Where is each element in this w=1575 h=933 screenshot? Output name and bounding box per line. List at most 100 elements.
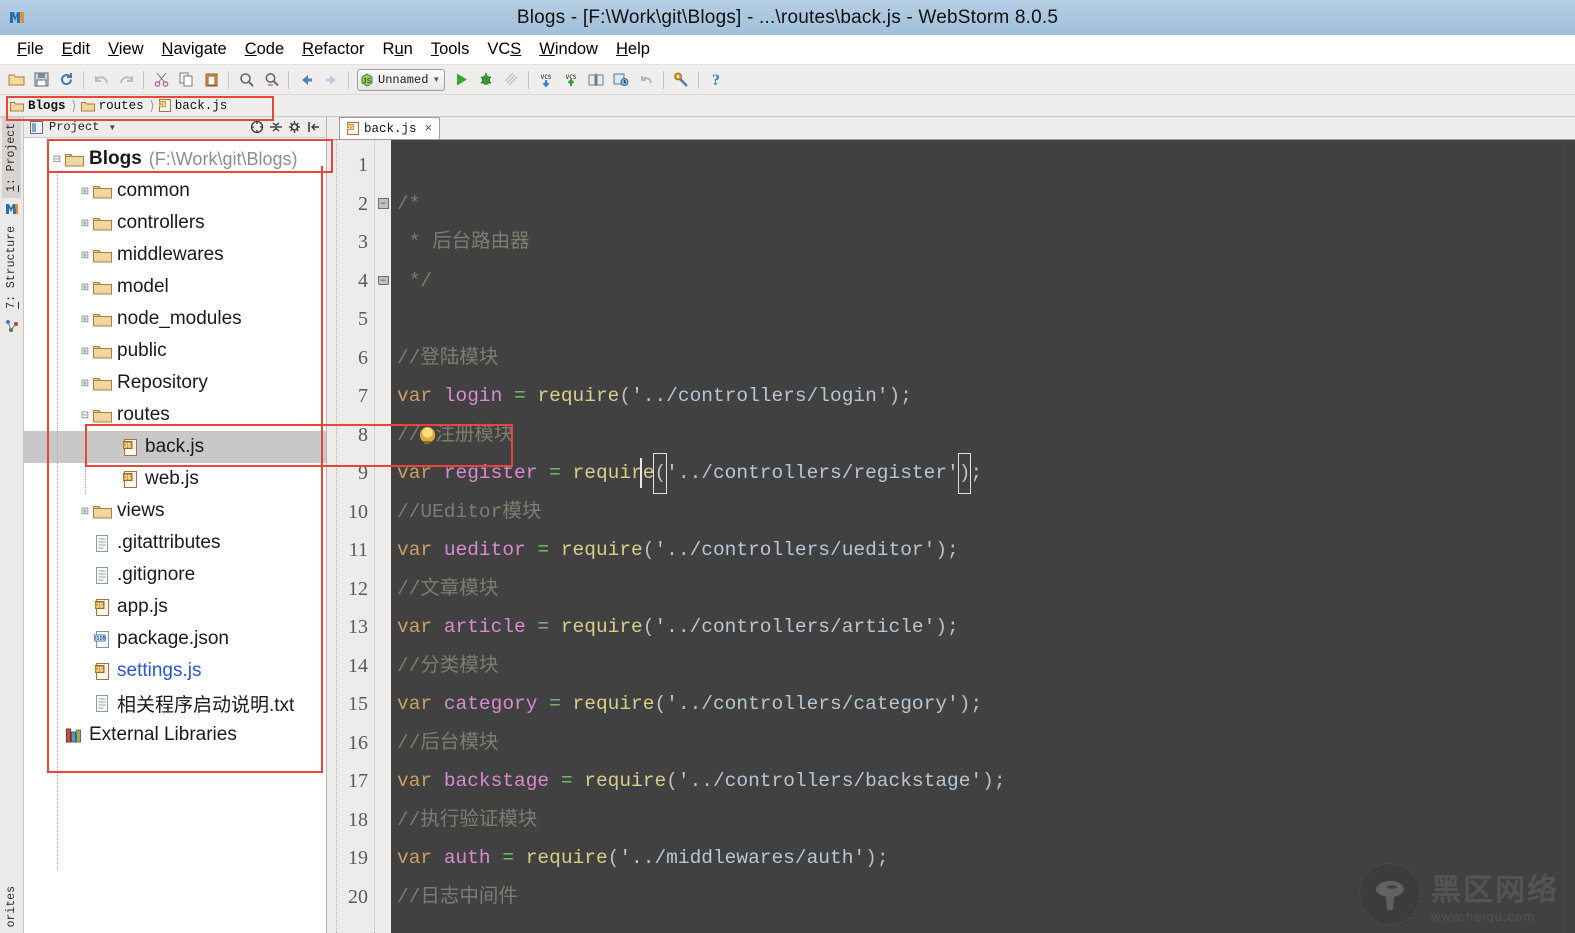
coverage-icon[interactable] xyxy=(499,68,523,92)
menu-navigate[interactable]: Navigate xyxy=(153,38,236,61)
expand-twisty-icon[interactable]: ⊞ xyxy=(78,344,92,358)
tree-node-.gitattributes[interactable]: .gitattributes xyxy=(24,527,326,559)
find-icon[interactable] xyxy=(234,68,258,92)
vcs-update-icon[interactable]: VCS xyxy=(534,68,558,92)
copy-icon[interactable] xyxy=(174,68,198,92)
hide-panel-icon[interactable] xyxy=(306,119,322,135)
vcs-compare-icon[interactable] xyxy=(584,68,608,92)
collapse-twisty-icon[interactable]: ⊟ xyxy=(78,408,92,422)
close-icon[interactable]: × xyxy=(425,121,433,136)
expand-twisty-icon[interactable]: ⊞ xyxy=(78,376,92,390)
code-content[interactable]: /* * 后台路由器 *///登陆模块 var login = require('… xyxy=(391,140,1563,933)
tree-node-routes[interactable]: ⊟ routes xyxy=(24,399,326,431)
tree-node-middlewares[interactable]: ⊞ middlewares xyxy=(24,239,326,271)
tool-tab-structure[interactable]: 7: Structure xyxy=(2,220,21,315)
scroll-from-source-icon[interactable] xyxy=(249,119,265,135)
code-line[interactable]: //分类模块 xyxy=(391,647,1563,686)
tree-node-public[interactable]: ⊞ public xyxy=(24,335,326,367)
code-line[interactable]: var category = require('../controllers/c… xyxy=(391,685,1563,724)
code-editor[interactable]: 1 2 3 4 5 6 7 8 9 10 11 12 13 14 15 16 17 18 19 20 − − /* * … xyxy=(327,140,1575,933)
intention-bulb-icon[interactable] xyxy=(420,426,436,444)
code-line[interactable] xyxy=(391,300,1563,339)
menu-vcs[interactable]: VCS xyxy=(478,38,530,61)
vcs-commit-icon[interactable]: VCS xyxy=(559,68,583,92)
settings-gear-icon[interactable] xyxy=(287,119,303,135)
menu-file[interactable]: File xyxy=(8,38,53,61)
menu-window[interactable]: Window xyxy=(530,38,607,61)
help-icon[interactable]: ? xyxy=(704,68,728,92)
code-line[interactable]: //文章模块 xyxy=(391,570,1563,609)
code-line[interactable]: */ xyxy=(391,262,1563,301)
code-line[interactable]: var register = require('../controllers/r… xyxy=(391,453,1563,494)
chevron-down-icon[interactable]: ▼ xyxy=(432,75,440,84)
code-line[interactable]: //登陆模块 xyxy=(391,339,1563,378)
tree-node-back.js[interactable]: JS back.js xyxy=(24,431,326,463)
tool-tab-favorites[interactable]: orites xyxy=(2,880,21,933)
chevron-down-icon[interactable]: ▼ xyxy=(108,123,116,132)
menu-run[interactable]: Run xyxy=(374,38,422,61)
code-line[interactable]: //后台模块 xyxy=(391,724,1563,763)
tool-tab-project[interactable]: 1: Project xyxy=(2,117,21,199)
editor-marker-strip[interactable] xyxy=(1563,140,1575,933)
expand-twisty-icon[interactable]: ⊞ xyxy=(78,504,92,518)
tree-node-controllers[interactable]: ⊞ controllers xyxy=(24,207,326,239)
code-line[interactable]: //执行验证模块 xyxy=(391,801,1563,840)
tree-node-settings.js[interactable]: JS settings.js xyxy=(24,655,326,687)
tree-node-package.json[interactable]: JSON package.json xyxy=(24,623,326,655)
tree-node-.gitignore[interactable]: .gitignore xyxy=(24,559,326,591)
back-icon[interactable] xyxy=(294,68,318,92)
expand-twisty-icon[interactable]: ⊞ xyxy=(78,312,92,326)
code-line[interactable]: var auth = require('../middlewares/auth'… xyxy=(391,839,1563,878)
collapse-twisty-icon[interactable]: ⊟ xyxy=(50,152,64,166)
run-icon[interactable] xyxy=(449,68,473,92)
collapse-all-icon[interactable] xyxy=(268,119,284,135)
expand-twisty-icon[interactable]: ⊞ xyxy=(78,248,92,262)
code-line[interactable] xyxy=(391,146,1563,185)
code-line[interactable]: // 注册模块 xyxy=(391,416,1563,455)
code-line[interactable]: var backstage = require('../controllers/… xyxy=(391,762,1563,801)
vcs-rollback-icon[interactable] xyxy=(634,68,658,92)
menu-refactor[interactable]: Refactor xyxy=(293,38,373,61)
tree-node-repository[interactable]: ⊞ Repository xyxy=(24,367,326,399)
tree-node-blogs[interactable]: ⊟ Blogs (F:\Work\git\Blogs) xyxy=(24,143,326,175)
debug-icon[interactable] xyxy=(474,68,498,92)
run-configuration-selector[interactable]: JS Unnamed ▼ xyxy=(357,68,446,91)
undo-icon[interactable] xyxy=(89,68,113,92)
tree-node-nodemodules[interactable]: ⊞ node_modules xyxy=(24,303,326,335)
sync-refresh-icon[interactable] xyxy=(54,68,78,92)
tree-node-.txt[interactable]: 相关程序启动说明.txt xyxy=(24,687,326,719)
code-line[interactable]: //UEditor模块 xyxy=(391,493,1563,532)
tree-node-externallibraries[interactable]: External Libraries xyxy=(24,719,326,751)
cut-icon[interactable] xyxy=(149,68,173,92)
fold-collapse-icon[interactable]: − xyxy=(377,198,389,210)
expand-twisty-icon[interactable]: ⊞ xyxy=(78,280,92,294)
menu-edit[interactable]: Edit xyxy=(53,38,99,61)
code-line[interactable]: var article = require('../controllers/ar… xyxy=(391,608,1563,647)
fold-marker[interactable]: − xyxy=(377,185,389,224)
redo-icon[interactable] xyxy=(114,68,138,92)
menu-code[interactable]: Code xyxy=(236,38,293,61)
settings-wrench-icon[interactable] xyxy=(669,68,693,92)
project-file-tree[interactable]: ⊟ Blogs (F:\Work\git\Blogs) ⊞ common ⊞ control… xyxy=(24,138,326,933)
breadcrumb-item-backjs[interactable]: JS back.js xyxy=(157,96,234,116)
save-all-icon[interactable] xyxy=(29,68,53,92)
code-line[interactable]: var login = require('../controllers/logi… xyxy=(391,377,1563,416)
code-line[interactable]: //日志中间件 xyxy=(391,878,1563,917)
forward-icon[interactable] xyxy=(319,68,343,92)
code-line[interactable]: * 后台路由器 xyxy=(391,223,1563,262)
tree-node-model[interactable]: ⊞ model xyxy=(24,271,326,303)
tree-node-views[interactable]: ⊞ views xyxy=(24,495,326,527)
tree-node-app.js[interactable]: JS app.js xyxy=(24,591,326,623)
code-line[interactable]: var ueditor = require('../controllers/ue… xyxy=(391,531,1563,570)
editor-annotation-gutter[interactable] xyxy=(327,140,337,933)
breadcrumb-item-blogs[interactable]: Blogs xyxy=(8,96,72,116)
menu-view[interactable]: View xyxy=(99,38,152,61)
replace-icon[interactable] xyxy=(259,68,283,92)
menu-tools[interactable]: Tools xyxy=(422,38,479,61)
code-folding-gutter[interactable]: − − xyxy=(375,140,391,933)
tree-node-common[interactable]: ⊞ common xyxy=(24,175,326,207)
paste-icon[interactable] xyxy=(199,68,223,92)
fold-marker[interactable]: − xyxy=(377,262,389,301)
editor-tab-backjs[interactable]: JS back.js × xyxy=(339,117,441,139)
expand-twisty-icon[interactable]: ⊞ xyxy=(78,216,92,230)
